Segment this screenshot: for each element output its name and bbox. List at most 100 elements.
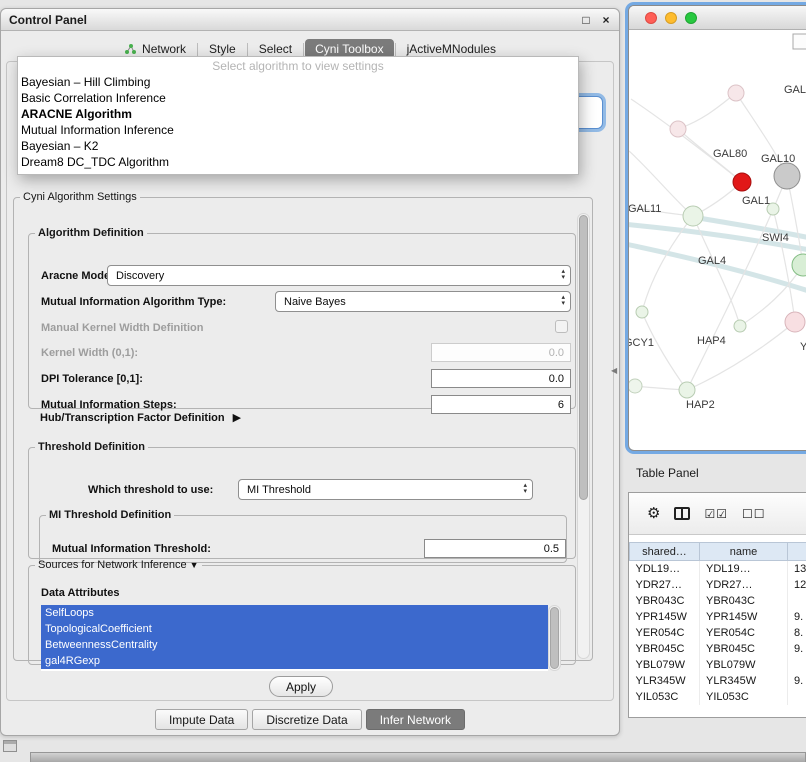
cell[interactable] (788, 689, 806, 705)
network-node[interactable] (734, 320, 746, 332)
network-node[interactable] (792, 254, 806, 276)
list-item-selected[interactable]: BetweennessCentrality (41, 637, 548, 653)
node-label: Y (800, 341, 806, 353)
cell[interactable]: YDR27… (630, 577, 700, 593)
cell[interactable]: YLR345W (700, 673, 788, 689)
mi-steps-field[interactable]: 6 (431, 395, 571, 414)
table-row[interactable]: YIL053C YIL053C (630, 689, 806, 705)
menu-item[interactable]: Bayesian – K2 (18, 138, 578, 154)
dpi-tolerance-field[interactable]: 0.0 (431, 369, 571, 388)
cell[interactable]: YER054C (700, 625, 788, 641)
network-canvas[interactable]: GAL8 GAL80 GAL10 GAL11 GAL1 SWI4 GAL4 GC… (629, 30, 806, 451)
cell[interactable]: YIL053C (700, 689, 788, 705)
tab-separator (197, 43, 198, 56)
which-threshold-combo[interactable]: MI Threshold ▴▾ (238, 479, 533, 500)
network-node[interactable] (679, 382, 695, 398)
column-header-name[interactable]: name (700, 543, 788, 561)
network-node[interactable] (728, 85, 744, 101)
cell[interactable]: YDL19… (630, 561, 700, 577)
cell[interactable]: YER054C (630, 625, 700, 641)
tab-discretize-data[interactable]: Discretize Data (252, 709, 361, 730)
control-panel-titlebar: Control Panel □ × (1, 9, 619, 31)
menu-placeholder: Select algorithm to view settings (18, 59, 578, 74)
minimized-panel-icon[interactable] (3, 740, 17, 752)
table-row[interactable]: YER054C YER054C 8. (630, 625, 806, 641)
expand-right-icon: ▶ (233, 411, 241, 424)
network-node[interactable] (785, 312, 805, 332)
cell[interactable]: YLR345W (630, 673, 700, 689)
combo-arrows-icon: ▴▾ (561, 269, 565, 281)
network-node[interactable] (683, 206, 703, 226)
cell[interactable]: 9. (788, 673, 806, 689)
table-row[interactable]: YBR043C YBR043C (630, 593, 806, 609)
menu-item[interactable]: Basic Correlation Inference (18, 90, 578, 106)
gear-icon[interactable]: ⚙ (647, 506, 660, 521)
mi-threshold-label: Mutual Information Threshold: (52, 543, 211, 555)
close-traffic-light[interactable] (645, 12, 657, 24)
desktop: Control Panel □ × Network Style (0, 0, 806, 762)
cell[interactable]: 9. (788, 609, 806, 625)
float-window-icon[interactable]: □ (579, 13, 593, 27)
network-node[interactable] (774, 163, 800, 189)
minimize-traffic-light[interactable] (665, 12, 677, 24)
mi-type-combo[interactable]: Naive Bayes ▴▾ (275, 291, 571, 312)
table-row[interactable]: YDL19… YDL19… 13 (630, 561, 806, 577)
settings-scrollbar-track[interactable] (577, 213, 590, 659)
cell[interactable]: YBR043C (700, 593, 788, 609)
cell[interactable]: YIL053C (630, 689, 700, 705)
table-row[interactable]: YBR045C YBR045C 9. (630, 641, 806, 657)
clear-all-checkboxes-icon[interactable]: ☐☐ (742, 508, 766, 520)
cell[interactable]: 12 (788, 577, 806, 593)
attributes-scrollbar-track[interactable] (548, 605, 561, 671)
settings-scrollbar-thumb[interactable] (579, 215, 588, 500)
menu-item[interactable]: Dream8 DC_TDC Algorithm (18, 154, 578, 170)
hub-definition-expander[interactable]: Hub/Transcription Factor Definition ▶ (40, 411, 241, 424)
cell[interactable]: 8. (788, 625, 806, 641)
cell[interactable]: YPR145W (630, 609, 700, 625)
tab-impute-data[interactable]: Impute Data (155, 709, 248, 730)
cell[interactable]: YDR27… (700, 577, 788, 593)
aracne-mode-combo[interactable]: Discovery ▴▾ (107, 265, 571, 286)
network-node[interactable] (629, 379, 642, 393)
cell[interactable] (788, 593, 806, 609)
menu-item[interactable]: Bayesian – Hill Climbing (18, 74, 578, 90)
cell[interactable]: YBR043C (630, 593, 700, 609)
node-label: SWI4 (762, 232, 789, 244)
tab-infer-network[interactable]: Infer Network (366, 709, 465, 730)
cell[interactable]: 13 (788, 561, 806, 577)
cell[interactable]: YBL079W (700, 657, 788, 673)
sources-expander[interactable]: Sources for Network Inference ▼ (35, 559, 202, 571)
network-node[interactable] (636, 306, 648, 318)
list-item-selected[interactable]: gal4RGexp (41, 653, 548, 669)
mi-threshold-definition-group: MI Threshold Definition Mutual Informati… (39, 509, 567, 563)
table-row[interactable]: YLR345W YLR345W 9. (630, 673, 806, 689)
cell[interactable] (788, 657, 806, 673)
cell[interactable]: 9. (788, 641, 806, 657)
apply-button[interactable]: Apply (269, 676, 333, 697)
table-row[interactable]: YPR145W YPR145W 9. (630, 609, 806, 625)
list-item-selected[interactable]: TopologicalCoefficient (41, 621, 548, 637)
splitter-handle[interactable]: ◀ (611, 366, 617, 375)
mi-threshold-field[interactable]: 0.5 (424, 539, 566, 558)
cell[interactable]: YPR145W (700, 609, 788, 625)
close-window-icon[interactable]: × (599, 13, 613, 27)
cell[interactable]: YBL079W (630, 657, 700, 673)
zoom-traffic-light[interactable] (685, 12, 697, 24)
select-all-checkboxes-icon[interactable]: ☑☑ (704, 508, 728, 520)
columns-icon[interactable] (674, 507, 690, 520)
menu-item[interactable]: Mutual Information Inference (18, 122, 578, 138)
cell[interactable]: YBR045C (630, 641, 700, 657)
list-item-selected[interactable]: SelfLoops (41, 605, 548, 621)
cell[interactable]: YDL19… (700, 561, 788, 577)
birdseye-overlay[interactable] (793, 34, 806, 49)
field-value: 0.5 (544, 543, 559, 555)
network-node[interactable] (733, 173, 751, 191)
network-node[interactable] (670, 121, 686, 137)
table-row[interactable]: YDR27… YDR27… 12 (630, 577, 806, 593)
cell[interactable]: YBR045C (700, 641, 788, 657)
table-row[interactable]: YBL079W YBL079W (630, 657, 806, 673)
column-header-extra[interactable] (788, 543, 806, 561)
column-header-shared-name[interactable]: shared… (630, 543, 700, 561)
attributes-scrollbar-thumb[interactable] (550, 607, 559, 669)
menu-item-selected[interactable]: ARACNE Algorithm (18, 106, 578, 122)
